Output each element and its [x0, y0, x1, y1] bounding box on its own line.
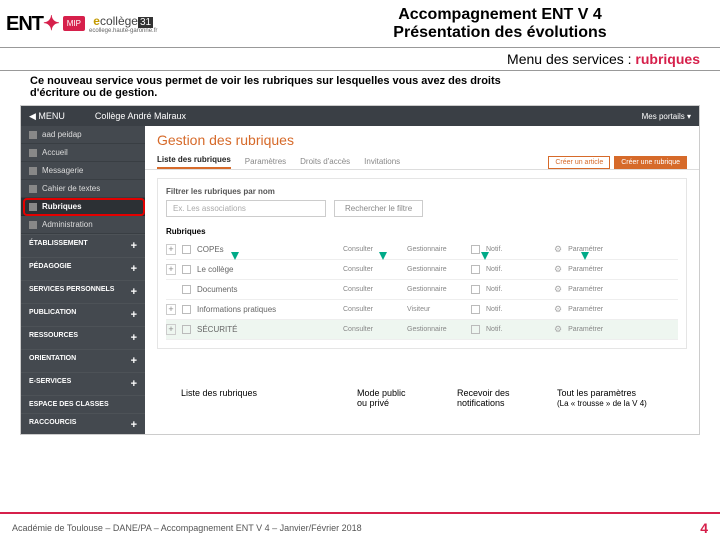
- school-name: Collège André Malraux: [95, 111, 642, 121]
- sidebar-section[interactable]: RESSOURCES+: [21, 326, 145, 349]
- slide-header: ENT✦ MIP ecollège31 ecollege.haute-garon…: [0, 0, 720, 48]
- rub-row[interactable]: +SÉCURITÉConsulterGestionnaireNotif.⚙Par…: [166, 320, 678, 340]
- sidebar-section[interactable]: E-SERVICES+: [21, 372, 145, 395]
- checkbox[interactable]: [182, 265, 191, 274]
- page-number: 4: [700, 520, 708, 536]
- filter-input[interactable]: Ex. Les associations: [166, 200, 326, 217]
- rub-row[interactable]: DocumentsConsulterGestionnaireNotif.⚙Par…: [166, 280, 678, 300]
- logo-ent: ENT✦: [6, 11, 59, 36]
- gear-icon[interactable]: ⚙: [554, 304, 562, 315]
- sidebar: aad peidap Accueil Messagerie Cahier de …: [21, 126, 145, 435]
- expand-icon[interactable]: +: [166, 304, 176, 315]
- sidebar-section[interactable]: ORIENTATION+: [21, 349, 145, 372]
- annot-params: Tout les paramètres(La « trousse » de la…: [557, 388, 687, 408]
- expand-icon[interactable]: +: [166, 244, 176, 255]
- expand-icon[interactable]: +: [166, 264, 176, 275]
- menu-button[interactable]: ◀ MENU: [29, 111, 65, 122]
- subtitle-bar: Menu des services : rubriques: [0, 48, 720, 71]
- rub-list-title: Rubriques: [166, 227, 678, 236]
- filter-label: Filtrer les rubriques par nom: [166, 187, 678, 196]
- checkbox[interactable]: [182, 305, 191, 314]
- expand-icon[interactable]: +: [166, 324, 176, 335]
- sidebar-item-rubriques[interactable]: Rubriques: [21, 198, 145, 216]
- tab-liste[interactable]: Liste des rubriques: [157, 152, 231, 169]
- sidebar-section[interactable]: ESPACE DES CLASSES: [21, 395, 145, 413]
- sidebar-section[interactable]: RACCOURCIS+: [21, 413, 145, 435]
- title-2: Présentation des évolutions: [280, 24, 720, 42]
- annot-notif: Recevoir desnotifications: [457, 388, 557, 408]
- app-topbar: ◀ MENU Collège André Malraux Mes portail…: [21, 106, 699, 126]
- create-article-button[interactable]: Créer un article: [548, 156, 610, 169]
- logo-block: ENT✦ MIP ecollège31 ecollege.haute-garon…: [0, 11, 280, 36]
- checkbox[interactable]: [182, 245, 191, 254]
- sidebar-section[interactable]: PÉDAGOGIE+: [21, 257, 145, 280]
- title-1: Accompagnement ENT V 4: [280, 6, 720, 24]
- app-screenshot: ◀ MENU Collège André Malraux Mes portail…: [20, 105, 700, 435]
- slide-footer: Académie de Toulouse – DANE/PA – Accompa…: [0, 512, 720, 540]
- annot-liste: Liste des rubriques: [181, 388, 357, 408]
- gear-icon[interactable]: ⚙: [554, 264, 562, 275]
- portails-dropdown[interactable]: Mes portails ▾: [642, 112, 691, 121]
- sidebar-section[interactable]: SERVICES PERSONNELS+: [21, 280, 145, 303]
- checkbox[interactable]: [182, 285, 191, 294]
- sidebar-section[interactable]: ÉTABLISSEMENT+: [21, 234, 145, 257]
- slide-titles: Accompagnement ENT V 4 Présentation des …: [280, 6, 720, 42]
- main-title: Gestion des rubriques: [145, 126, 699, 150]
- annot-mode: Mode publicou privé: [357, 388, 457, 408]
- sidebar-item-cahier[interactable]: Cahier de textes: [21, 180, 145, 198]
- tab-invit[interactable]: Invitations: [364, 154, 400, 169]
- sidebar-item-accueil[interactable]: Accueil: [21, 144, 145, 162]
- rub-row[interactable]: +Informations pratiquesConsulterVisiteur…: [166, 300, 678, 320]
- logo-mip: MIP: [63, 16, 85, 31]
- annotations: Liste des rubriques Mode publicou privé …: [181, 388, 687, 408]
- tab-droits[interactable]: Droits d'accès: [300, 154, 350, 169]
- rub-row[interactable]: +COPEsConsulterGestionnaireNotif.⚙Paramé…: [166, 240, 678, 260]
- gear-icon[interactable]: ⚙: [554, 324, 562, 335]
- footer-text: Académie de Toulouse – DANE/PA – Accompa…: [12, 523, 362, 533]
- checkbox[interactable]: [182, 325, 191, 334]
- rub-row[interactable]: +Le collègeConsulterGestionnaireNotif.⚙P…: [166, 260, 678, 280]
- sidebar-item[interactable]: aad peidap: [21, 126, 145, 144]
- sidebar-section[interactable]: PUBLICATION+: [21, 303, 145, 326]
- intro-text: Ce nouveau service vous permet de voir l…: [0, 71, 720, 103]
- tabs: Liste des rubriques Paramètres Droits d'…: [145, 150, 699, 170]
- create-rubrique-button[interactable]: Créer une rubrique: [614, 156, 687, 169]
- logo-ecollege: ecollège31 ecollege.haute-garonne.fr: [89, 14, 157, 34]
- gear-icon[interactable]: ⚙: [554, 244, 562, 255]
- sidebar-item-admin[interactable]: Administration: [21, 216, 145, 234]
- tab-params[interactable]: Paramètres: [245, 154, 286, 169]
- gear-icon[interactable]: ⚙: [554, 284, 562, 295]
- rubriques-panel: Filtrer les rubriques par nom Ex. Les as…: [157, 178, 687, 349]
- sidebar-item-messagerie[interactable]: Messagerie: [21, 162, 145, 180]
- filter-button[interactable]: Rechercher le filtre: [334, 200, 423, 217]
